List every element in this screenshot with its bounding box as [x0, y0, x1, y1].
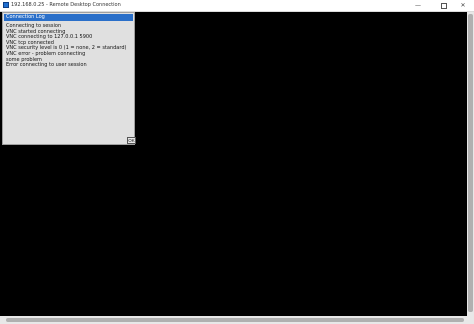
close-button[interactable]: ✕ — [452, 0, 474, 11]
horizontal-scroll-thumb[interactable] — [6, 318, 464, 322]
maximize-icon — [441, 2, 447, 9]
dialog-title: Connection Log — [4, 14, 133, 21]
vertical-scrollbar[interactable] — [467, 12, 474, 316]
window-title: 192.168.0.25 - Remote Desktop Connection — [11, 2, 121, 8]
minimize-button[interactable]: — — [407, 0, 429, 11]
title-bar[interactable]: 192.168.0.25 - Remote Desktop Connection… — [0, 0, 474, 12]
ok-button[interactable]: OK — [127, 137, 136, 144]
log-list: Connecting to session VNC started connec… — [6, 23, 134, 69]
horizontal-scrollbar[interactable] — [0, 316, 467, 324]
remote-desktop-window: 192.168.0.25 - Remote Desktop Connection… — [0, 0, 474, 324]
connection-log-dialog: Connection Log Connecting to session VNC… — [2, 12, 136, 145]
scrollbar-corner — [467, 316, 474, 324]
remote-desktop-icon — [3, 2, 9, 8]
log-line: Error connecting to user session — [6, 62, 87, 69]
vertical-scroll-thumb[interactable] — [468, 14, 473, 312]
